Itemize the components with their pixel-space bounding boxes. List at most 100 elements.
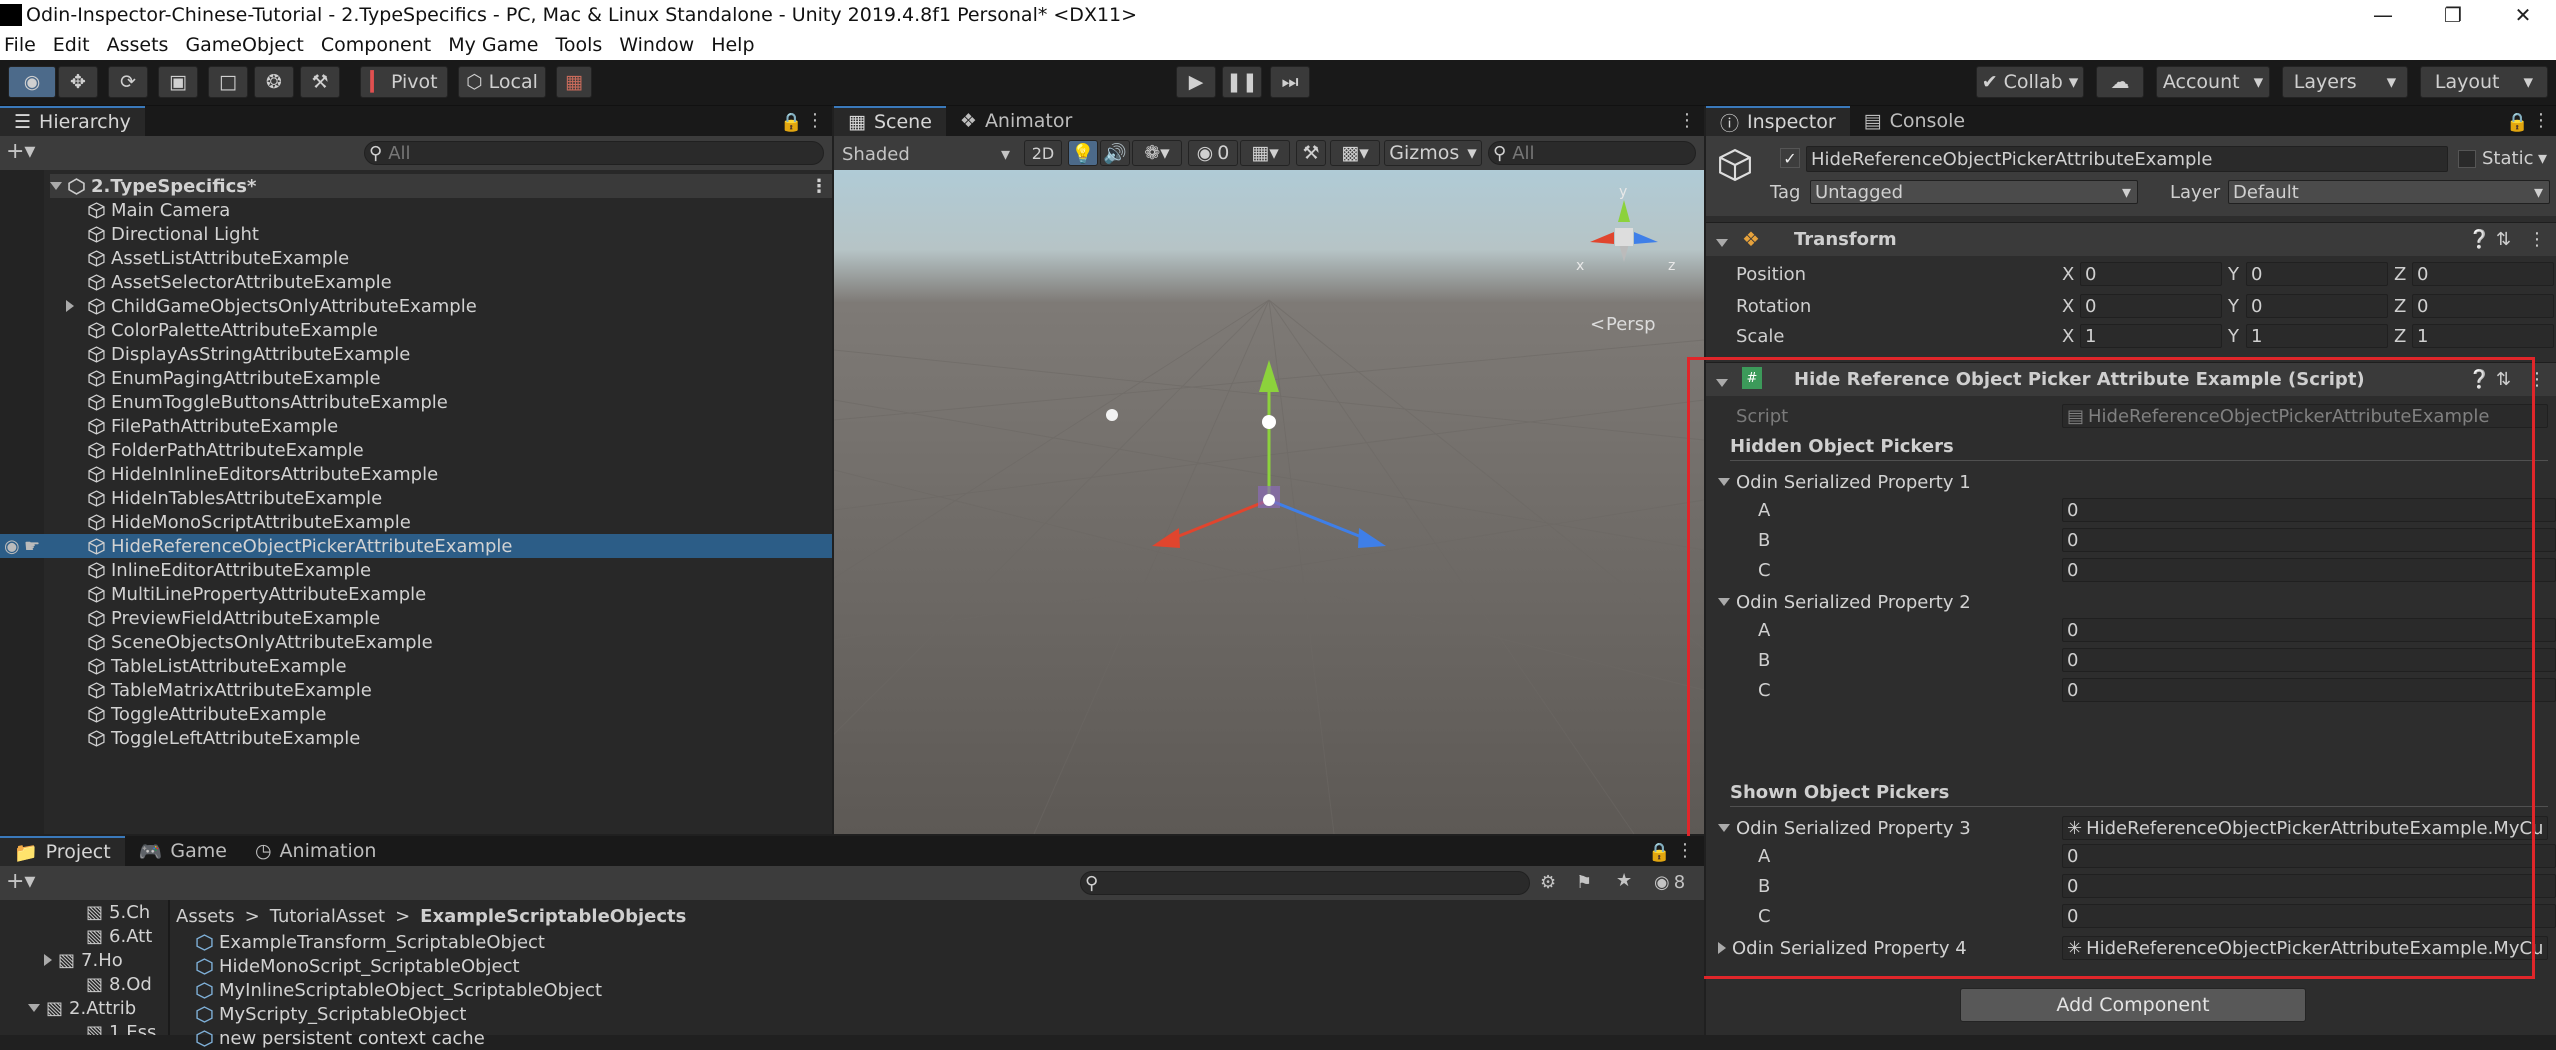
pickable-hand-icon[interactable]: ☛ [24, 536, 40, 557]
chevron-down-icon[interactable]: ▾ [2538, 148, 2547, 169]
field-b-input[interactable]: 0 [2062, 874, 2556, 898]
transform-position-y-field[interactable]: 0 [2246, 262, 2388, 286]
label-icon[interactable]: ⚑ [1576, 872, 1592, 893]
project-tree-item[interactable]: ▧ 1.Ess [86, 1020, 156, 1036]
object-picker-field[interactable]: ✳ HideReferenceObjectPickerAttributeExamp… [2062, 816, 2548, 840]
tag-dropdown[interactable]: Untagged ▾ [1810, 180, 2138, 204]
active-checkbox[interactable]: ✓ [1780, 148, 1800, 168]
menu-component[interactable]: Component [312, 34, 439, 56]
hierarchy-item[interactable]: HideInInlineEditorsAttributeExample [44, 462, 832, 486]
hierarchy-item[interactable]: Main Camera [44, 198, 832, 222]
layers-dropdown[interactable]: Layers ▾ [2282, 66, 2408, 98]
2d-toggle[interactable]: 2D [1024, 140, 1062, 166]
visibility-eye-icon[interactable]: ◉ [4, 536, 20, 557]
scene-search-input[interactable]: ⚲ All [1488, 141, 1696, 165]
fold-open-icon[interactable] [1718, 598, 1730, 606]
lighting-toggle[interactable]: 💡 [1068, 140, 1098, 166]
local-toggle[interactable]: ⬡ Local [458, 66, 546, 98]
script-component-header[interactable]: # Hide Reference Object Picker Attribute… [1706, 362, 2556, 396]
hierarchy-item[interactable]: TableMatrixAttributeExample [44, 678, 832, 702]
menu-my-game[interactable]: My Game [439, 34, 546, 56]
hierarchy-item[interactable]: Directional Light [44, 222, 832, 246]
axis-x-label[interactable]: X [2062, 326, 2074, 347]
tab-scene[interactable]: ▦ Scene [834, 106, 946, 136]
play-button[interactable]: ▶ [1176, 66, 1216, 98]
tab-hierarchy[interactable]: ☰ Hierarchy [0, 106, 145, 136]
presets-icon[interactable]: ⇅ [2496, 229, 2511, 250]
axis-x-label[interactable]: X [2062, 264, 2074, 285]
star-icon[interactable]: ★ [1616, 870, 1632, 891]
hierarchy-item[interactable]: MultiLinePropertyAttributeExample [44, 582, 832, 606]
tab-animation[interactable]: ◷ Animation [241, 836, 390, 866]
menu-gameobject[interactable]: GameObject [176, 34, 311, 56]
kebab-menu-icon[interactable]: ⋮ [2528, 229, 2546, 250]
axis-z-label[interactable]: Z [2394, 296, 2406, 317]
help-icon[interactable]: ❔ [2468, 229, 2490, 250]
hierarchy-item[interactable]: EnumToggleButtonsAttributeExample [44, 390, 832, 414]
hierarchy-item[interactable]: DisplayAsStringAttributeExample [44, 342, 832, 366]
scene-view-canvas[interactable]: y x z < Persp [834, 170, 1704, 834]
kebab-menu-icon[interactable]: ⋮ [2532, 110, 2550, 131]
kebab-menu-icon[interactable]: ⋮ [810, 176, 828, 197]
hierarchy-item[interactable]: ToggleAttributeExample [44, 702, 832, 726]
audio-toggle[interactable]: 🔊 [1100, 140, 1130, 166]
hierarchy-item[interactable]: ColorPaletteAttributeExample [44, 318, 832, 342]
scale-tool-button[interactable]: ▣ [158, 66, 198, 98]
help-icon[interactable]: ❔ [2468, 369, 2490, 390]
fold-closed-icon[interactable] [44, 954, 52, 966]
menu-tools[interactable]: Tools [546, 34, 610, 56]
hidden-packages-toggle[interactable]: ◉ 8 [1654, 872, 1685, 893]
grid-snap-button[interactable]: ▦ [556, 66, 592, 98]
axis-x-label[interactable]: X [2062, 296, 2074, 317]
static-checkbox[interactable] [2458, 150, 2476, 168]
lock-icon[interactable]: 🔒 [1648, 842, 1670, 863]
transform-rotation-y-field[interactable]: 0 [2246, 294, 2388, 318]
tab-console[interactable]: ▤ Console [1850, 106, 1979, 136]
fold-open-icon[interactable] [1716, 371, 1734, 392]
tools-toggle[interactable]: ⚒ [1296, 140, 1326, 166]
kebab-menu-icon[interactable]: ⋮ [1676, 840, 1694, 861]
cloud-button[interactable]: ☁ [2096, 66, 2144, 98]
hidden-objects-toggle[interactable]: ◉ 0 [1188, 140, 1238, 166]
field-b-input[interactable]: 0 [2062, 648, 2556, 672]
project-file-item[interactable]: ExampleTransform_ScriptableObject [196, 930, 545, 954]
hierarchy-item[interactable]: EnumPagingAttributeExample [44, 366, 832, 390]
fold-closed-icon[interactable] [66, 296, 80, 317]
project-file-item[interactable]: new persistent context cache [196, 1026, 485, 1050]
menu-edit[interactable]: Edit [44, 34, 98, 56]
fold-open-icon[interactable] [50, 182, 62, 190]
hierarchy-item[interactable]: ToggleLeftAttributeExample [44, 726, 832, 750]
hierarchy-item[interactable]: HideReferenceObjectPickerAttributeExampl… [0, 534, 832, 558]
tab-project[interactable]: 📁 Project [0, 836, 125, 866]
hierarchy-item[interactable]: FilePathAttributeExample [44, 414, 832, 438]
add-component-button[interactable]: Add Component [1960, 988, 2306, 1022]
account-dropdown[interactable]: Account ▾ [2156, 66, 2270, 98]
odin-property-foldout[interactable]: Odin Serialized Property 4 [1718, 936, 1967, 960]
transform-rotation-z-field[interactable]: 0 [2412, 294, 2554, 318]
tree-divider[interactable] [168, 900, 170, 1035]
project-tree-item[interactable]: ▧ 6.Att [86, 924, 152, 948]
filter-type-icon[interactable]: ⚙ [1540, 872, 1556, 893]
project-tree-item[interactable]: ▧ 5.Ch [86, 900, 150, 924]
kebab-menu-icon[interactable]: ⋮ [806, 110, 824, 131]
breadcrumb-examplescriptableobjects[interactable]: ExampleScriptableObjects [420, 906, 686, 927]
pivot-toggle[interactable]: ▎ Pivot [360, 66, 448, 98]
field-c-input[interactable]: 0 [2062, 558, 2556, 582]
lock-icon[interactable]: 🔒 [780, 112, 802, 133]
step-button[interactable]: ⏭ [1270, 66, 1310, 98]
field-a-input[interactable]: 0 [2062, 844, 2556, 868]
lock-icon[interactable]: 🔒 [2506, 112, 2528, 133]
close-icon[interactable]: ✕ [2488, 0, 2556, 30]
menu-assets[interactable]: Assets [98, 34, 177, 56]
transform-scale-x-field[interactable]: 1 [2080, 324, 2222, 348]
collab-dropdown[interactable]: ✔ Collab ▾ [1976, 66, 2084, 98]
hierarchy-item[interactable]: PreviewFieldAttributeExample [44, 606, 832, 630]
hierarchy-item[interactable]: HideInTablesAttributeExample [44, 486, 832, 510]
project-tree-item[interactable]: ▧ 2.Attrib [28, 996, 136, 1020]
rect-tool-button[interactable]: □ [208, 66, 248, 98]
transform-position-x-field[interactable]: 0 [2080, 262, 2222, 286]
project-file-item[interactable]: MyInlineScriptableObject_ScriptableObjec… [196, 978, 602, 1002]
move-tool-button[interactable]: ✥ [58, 66, 98, 98]
hierarchy-item[interactable]: SceneObjectsOnlyAttributeExample [44, 630, 832, 654]
hierarchy-item[interactable]: FolderPathAttributeExample [44, 438, 832, 462]
